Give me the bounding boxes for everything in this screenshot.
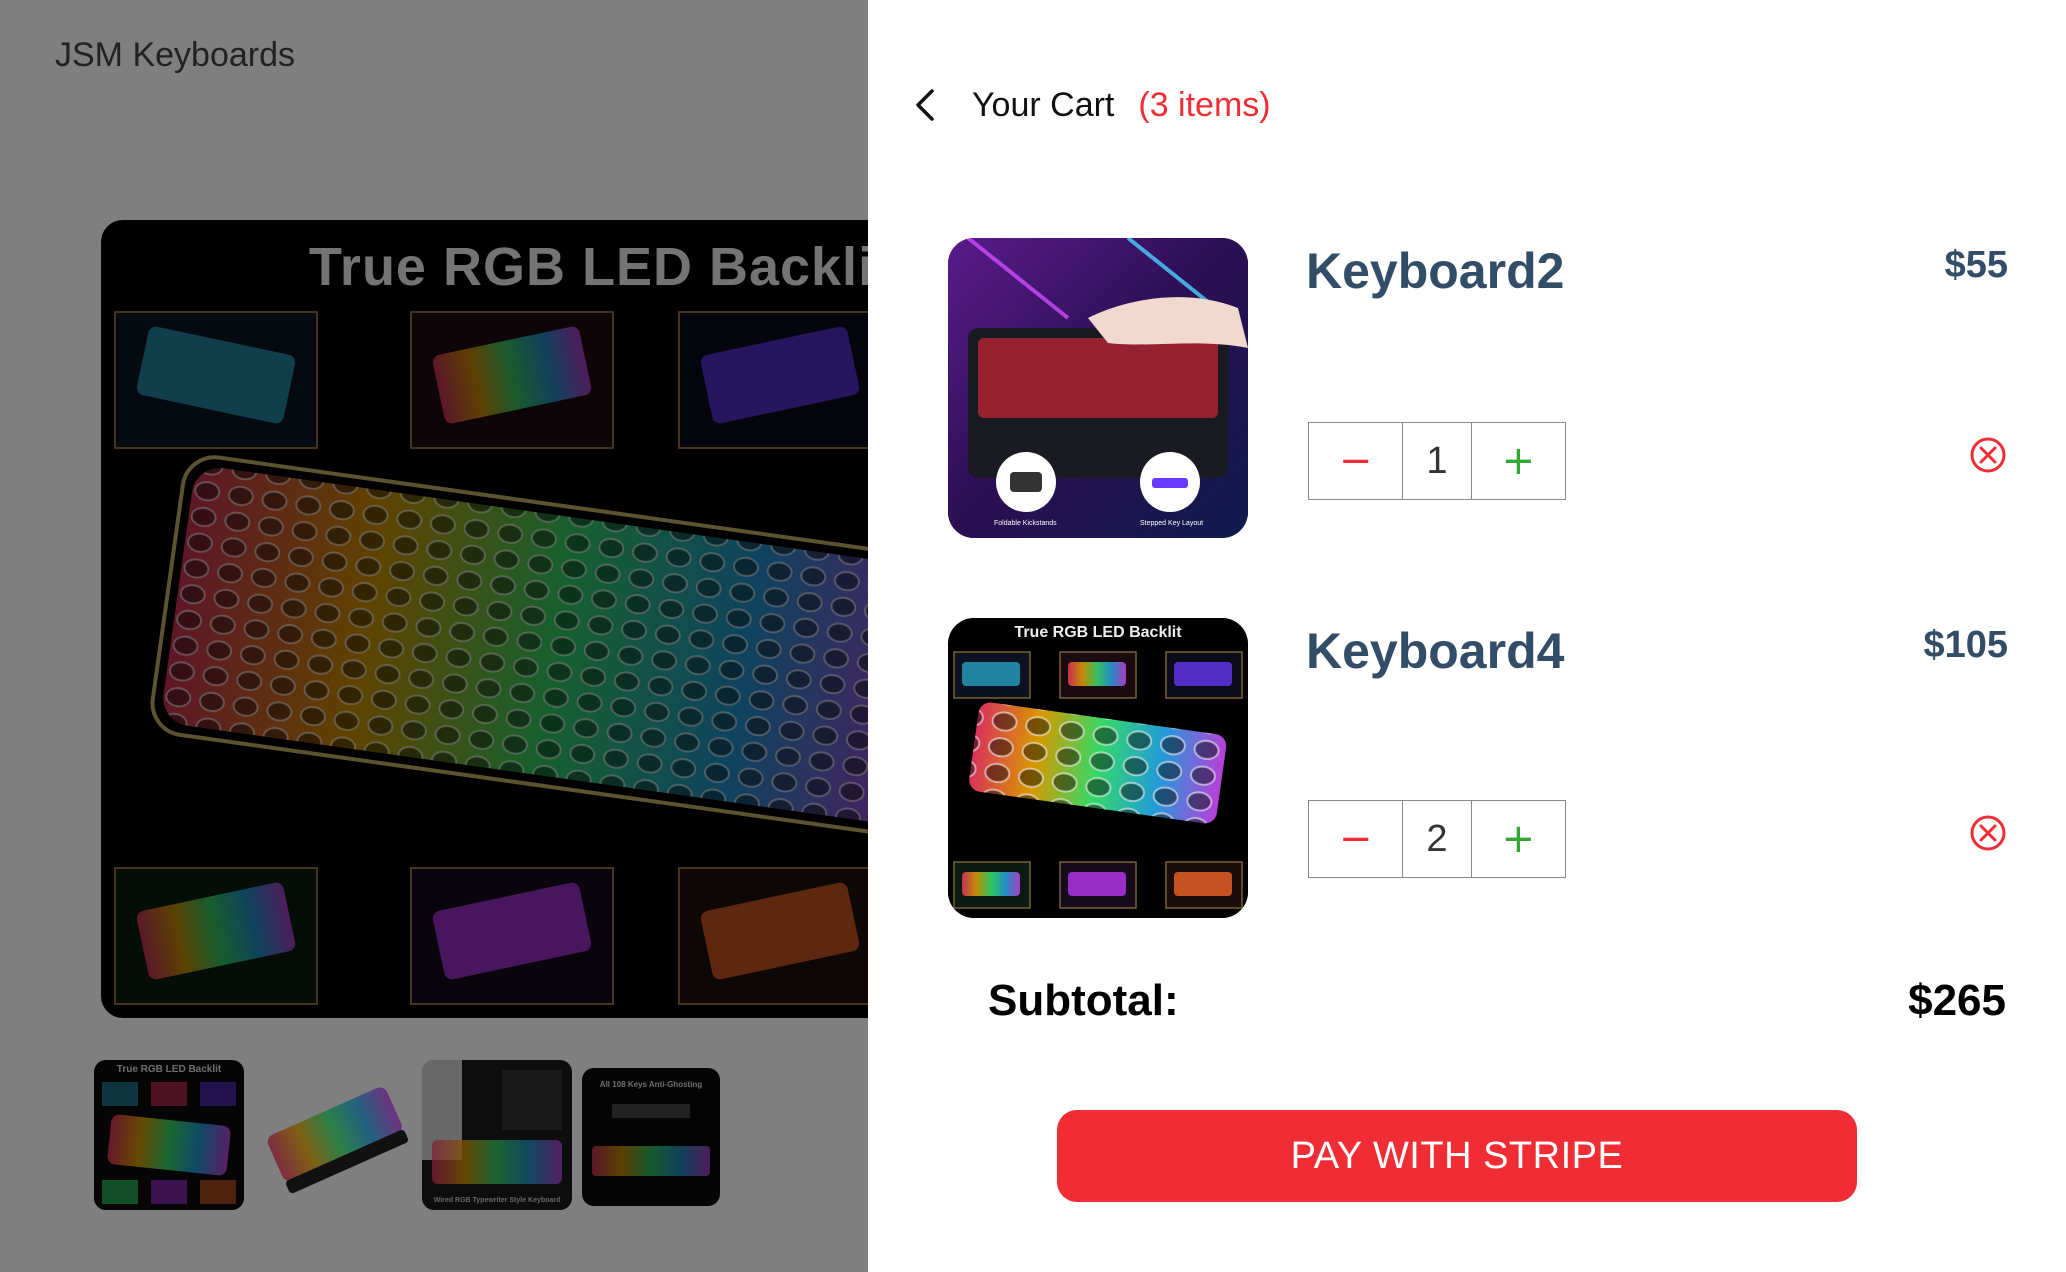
decrease-quantity-button[interactable]: − bbox=[1309, 801, 1402, 877]
increase-quantity-button[interactable]: + bbox=[1472, 423, 1565, 499]
remove-item-icon[interactable] bbox=[1968, 813, 2008, 853]
decrease-quantity-button[interactable]: − bbox=[1309, 423, 1402, 499]
remove-item-icon[interactable] bbox=[1968, 435, 2008, 475]
cart-header[interactable]: Your Cart (3 items) bbox=[912, 80, 1271, 130]
quantity-value: 1 bbox=[1402, 423, 1472, 499]
quantity-stepper: − 2 + bbox=[1308, 800, 1566, 878]
chevron-left-icon[interactable] bbox=[912, 85, 938, 125]
subtotal-label: Subtotal: bbox=[988, 976, 1179, 1025]
cart-item-name: Keyboard2 bbox=[1306, 243, 1565, 299]
cart-item-count: (3 items) bbox=[1138, 85, 1271, 124]
cart-panel: Your Cart (3 items) Foldable Kickstands … bbox=[868, 0, 2066, 1272]
cart-item-image: Foldable Kickstands Stepped Key Layout bbox=[948, 238, 1248, 538]
quantity-value: 2 bbox=[1402, 801, 1472, 877]
quantity-stepper: − 1 + bbox=[1308, 422, 1566, 500]
rgb-keyboard-image bbox=[948, 618, 1248, 918]
cart-item-price: $105 bbox=[1923, 624, 2008, 666]
image-caption-kickstands: Foldable Kickstands bbox=[994, 520, 1057, 527]
subtotal-value: $265 bbox=[1908, 976, 2006, 1025]
cart-title: Your Cart bbox=[972, 85, 1115, 124]
cart-item: Foldable Kickstands Stepped Key Layout K… bbox=[948, 238, 2008, 538]
image-title: True RGB LED Backlit bbox=[1014, 624, 1182, 641]
cart-item-name: Keyboard4 bbox=[1306, 623, 1565, 679]
pay-with-stripe-button[interactable]: PAY WITH STRIPE bbox=[1057, 1110, 1857, 1202]
cart-item-price: $55 bbox=[1944, 244, 2008, 286]
image-caption-stepped: Stepped Key Layout bbox=[1140, 520, 1204, 527]
increase-quantity-button[interactable]: + bbox=[1472, 801, 1565, 877]
cart-item-image: True RGB LED Backlit bbox=[948, 618, 1248, 918]
cart-item: True RGB LED Backlit Keyboard4 $105 − 2 … bbox=[948, 618, 2008, 918]
keyboard-neon-image bbox=[948, 238, 1248, 538]
